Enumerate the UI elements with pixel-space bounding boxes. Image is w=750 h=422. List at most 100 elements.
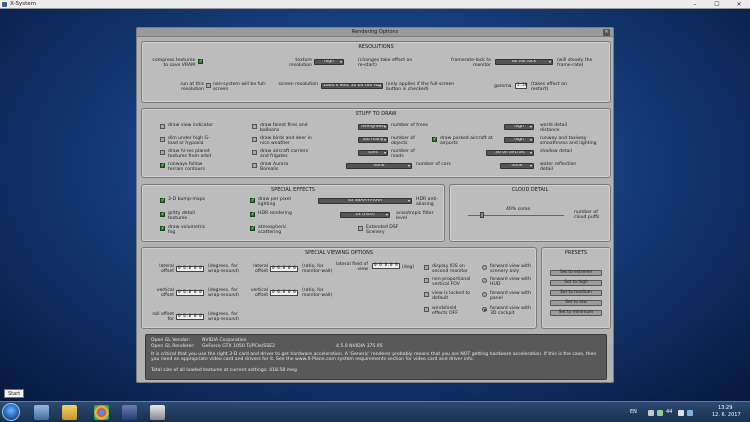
tray-expand-icon[interactable] <box>648 410 654 416</box>
close-window-button[interactable]: ✕ <box>728 0 750 9</box>
parked-aircraft-checkbox[interactable] <box>432 137 437 142</box>
flag-icon[interactable] <box>687 410 693 416</box>
non-proportional-fov-checkbox[interactable] <box>424 278 429 283</box>
trees-label: number of trees <box>391 123 428 128</box>
runway-smoothness-dropdown[interactable]: high <box>504 137 534 143</box>
volume-icon[interactable] <box>678 410 684 416</box>
vertical-offset-deg-label: vertical offset <box>156 288 174 298</box>
objects-dropdown[interactable]: too many <box>358 137 388 143</box>
non-proportional-fov-label: non-proportional vertical FOV <box>432 277 471 287</box>
anti-aliasing-dropdown[interactable]: 4x SSAA+FXAA <box>318 198 412 204</box>
anti-aliasing-label: HDR anti-aliasing <box>416 197 439 207</box>
vertical-offset-deg-input[interactable]: 0 0.0 0 0 <box>176 290 204 296</box>
hdr-rendering-label: HDR rendering <box>258 211 292 216</box>
windshield-effects-checkbox[interactable] <box>424 307 429 312</box>
view-locked-checkbox[interactable] <box>424 292 429 297</box>
texture-resolution-label: texture resolution <box>289 58 312 68</box>
display-ios-label: display IOS on second monitor <box>432 264 468 274</box>
lateral-offset-ratio-input[interactable]: 0 0.0 0 0 <box>270 266 298 272</box>
dialog-close-button[interactable]: ✕ <box>603 29 610 36</box>
taskbar: EN 44 13:29 12. 6. 2017 <box>0 401 750 422</box>
run-resolution-note: non-system will be full-screen <box>213 82 267 92</box>
runways-contours-label: runways follow terrain contours <box>168 162 205 172</box>
hdr-rendering-checkbox[interactable] <box>250 212 255 217</box>
hires-planet-label: draw hi-res planet textures from orbit <box>168 149 212 159</box>
dim-g-load-checkbox[interactable] <box>160 137 165 142</box>
start-button[interactable] <box>2 403 20 421</box>
carriers-checkbox[interactable] <box>252 150 257 155</box>
compress-textures-label: compress textures to save VRAM <box>152 58 195 68</box>
cars-label: number of cars <box>416 162 451 167</box>
birds-deer-checkbox[interactable] <box>252 137 257 142</box>
save-disk-icon[interactable] <box>122 405 137 420</box>
bump-maps-checkbox[interactable] <box>160 198 165 203</box>
hires-planet-checkbox[interactable] <box>160 150 165 155</box>
lateral-offset-deg-input[interactable]: 0 0.0 0 0 <box>176 266 204 272</box>
ie-icon[interactable] <box>34 405 49 420</box>
gritty-textures-checkbox[interactable] <box>160 212 165 217</box>
per-pixel-lighting-checkbox[interactable] <box>250 198 255 203</box>
presets-panel: PRESETS Set to extreme Set to high Set t… <box>541 247 611 329</box>
lateral-fov-input[interactable]: 0 6 0.0 0 <box>372 263 400 269</box>
compress-textures-checkbox[interactable] <box>198 59 203 64</box>
runways-contours-checkbox[interactable] <box>160 163 165 168</box>
forward-view-scenery-radio[interactable] <box>482 265 487 270</box>
chrome-icon[interactable] <box>94 405 109 420</box>
vertical-offset-ratio-note: (ratio, for monitor-wall) <box>302 288 333 298</box>
roads-dropdown[interactable]: tons <box>358 150 388 156</box>
network-icon[interactable] <box>657 410 663 416</box>
run-resolution-checkbox[interactable] <box>206 83 211 88</box>
preset-medium-button[interactable]: Set to medium <box>550 290 602 296</box>
preset-low-button[interactable]: Set to low <box>550 300 602 306</box>
roll-offset-input[interactable]: 0 0.0 0 0 <box>176 314 204 320</box>
gamma-input[interactable]: 2.20 <box>515 83 528 89</box>
graphics-info-panel: Open GL Vendor: NVIDIA Corporation Open … <box>145 334 607 380</box>
volumetric-fog-checkbox[interactable] <box>160 226 165 231</box>
xplane-app-icon[interactable] <box>150 405 165 420</box>
acceleration-message: It is critical that you use the right 3-… <box>151 352 597 362</box>
forward-view-cockpit-label: forward view with 3D cockpit <box>490 306 531 316</box>
atmospheric-scattering-label: atmospheric scattering <box>258 225 287 235</box>
dsf-scenery-checkbox[interactable] <box>358 226 363 231</box>
texture-resolution-dropdown[interactable]: high <box>314 59 344 65</box>
minimize-button[interactable]: – <box>684 0 706 9</box>
aurora-label: draw Aurora Borealis <box>260 162 289 172</box>
forward-view-hud-radio[interactable] <box>482 278 487 283</box>
view-indicator-label: draw view indicator <box>168 123 214 128</box>
anisotropic-dropdown[interactable]: 2x (nice) <box>340 212 390 218</box>
stuff-to-draw-panel: STUFF TO DRAW draw view indicator draw f… <box>141 108 611 178</box>
preset-minimum-button[interactable]: Set to minimum <box>550 310 602 316</box>
maximize-button[interactable]: ☐ <box>706 0 728 9</box>
window-titlebar: X-System – ☐ ✕ <box>0 0 750 9</box>
opengl-version-value: 4.5.0 NVIDIA 375.95 <box>336 344 383 349</box>
opengl-renderer-label: Open GL Renderer: <box>151 344 195 349</box>
forest-fires-checkbox[interactable] <box>252 124 257 129</box>
clock-time[interactable]: 13:29 <box>718 406 732 411</box>
shadow-detail-dropdown[interactable]: 3d on aircraft <box>486 150 534 156</box>
water-reflection-dropdown[interactable]: none <box>500 163 534 169</box>
world-detail-label: world detail distance <box>540 123 568 133</box>
language-indicator[interactable]: EN <box>630 410 637 415</box>
forward-view-cockpit-radio[interactable] <box>482 307 487 312</box>
aurora-checkbox[interactable] <box>252 163 257 168</box>
trees-dropdown[interactable]: overgrown <box>358 124 388 130</box>
preset-extreme-button[interactable]: Set to extreme <box>550 270 602 276</box>
per-pixel-lighting-label: draw per pixel lighting <box>258 197 291 207</box>
cars-dropdown[interactable]: none <box>346 163 412 169</box>
cloud-slider-knob[interactable] <box>479 212 484 218</box>
world-detail-dropdown[interactable]: high <box>504 124 534 130</box>
display-ios-checkbox[interactable] <box>424 265 429 270</box>
forward-view-panel-radio[interactable] <box>482 292 487 297</box>
vertical-offset-ratio-input[interactable]: 0 0.0 0 0 <box>270 290 298 296</box>
clock-date[interactable]: 12. 6. 2017 <box>712 413 741 418</box>
view-indicator-checkbox[interactable] <box>160 124 165 129</box>
anisotropic-label: anisotropic filter level <box>396 211 434 221</box>
run-resolution-label: run at this resolution <box>180 82 204 92</box>
roll-offset-label: roll offset for <box>152 312 174 322</box>
screen-resolution-dropdown[interactable]: 1600 x 900, 32 bit (60 Hz) <box>321 83 383 89</box>
windshield-effects-label: windshield effects OFF <box>432 306 458 316</box>
atmospheric-scattering-checkbox[interactable] <box>250 226 255 231</box>
explorer-icon[interactable] <box>62 405 77 420</box>
preset-high-button[interactable]: Set to high <box>550 280 602 286</box>
framerate-lock-dropdown[interactable]: do not lock <box>495 59 553 65</box>
